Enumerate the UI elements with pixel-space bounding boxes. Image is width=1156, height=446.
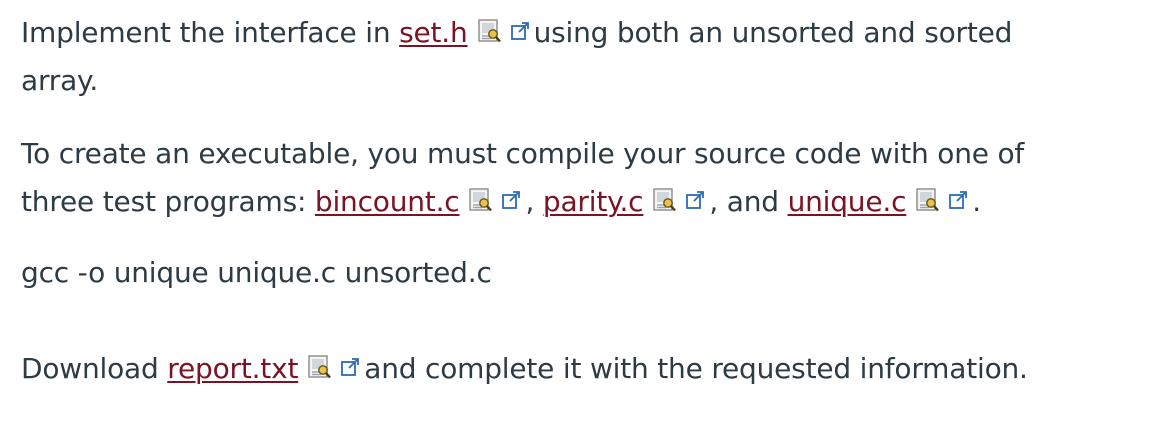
document-preview-icon[interactable] <box>651 187 677 213</box>
external-link-icon[interactable] <box>948 190 968 210</box>
instruction-paragraph-interface: Implement the interface in set.h using bo… <box>21 9 1061 105</box>
bincount-c-link[interactable]: bincount.c <box>315 185 460 218</box>
document-preview-icon[interactable] <box>467 187 493 213</box>
parity-c-link[interactable]: parity.c <box>543 185 644 218</box>
paragraph-end-text: . <box>972 185 981 218</box>
paragraph-text: Download <box>21 352 168 385</box>
instruction-paragraph-compile: To create an executable, you must compil… <box>21 130 1061 226</box>
external-link-icon[interactable] <box>685 190 705 210</box>
separator-text: , <box>525 185 543 218</box>
report-txt-link[interactable]: report.txt <box>167 352 298 385</box>
paragraph-text: and complete it with the requested infor… <box>364 352 1028 385</box>
set-h-link[interactable]: set.h <box>399 16 468 49</box>
document-preview-icon[interactable] <box>914 187 940 213</box>
paragraph-text: Implement the interface in <box>21 16 400 49</box>
separator-text: , and <box>709 185 788 218</box>
compile-command-paragraph: gcc -o unique unique.c unsorted.c <box>21 249 492 297</box>
document-preview-icon[interactable] <box>476 18 502 44</box>
external-link-icon[interactable] <box>340 357 360 377</box>
compile-command-text: gcc -o unique unique.c unsorted.c <box>21 256 492 289</box>
external-link-icon[interactable] <box>501 190 521 210</box>
unique-c-link[interactable]: unique.c <box>788 185 907 218</box>
instruction-paragraph-report: Download report.txt and complete it with … <box>21 345 1028 393</box>
document-preview-icon[interactable] <box>306 354 332 380</box>
external-link-icon[interactable] <box>510 21 530 41</box>
